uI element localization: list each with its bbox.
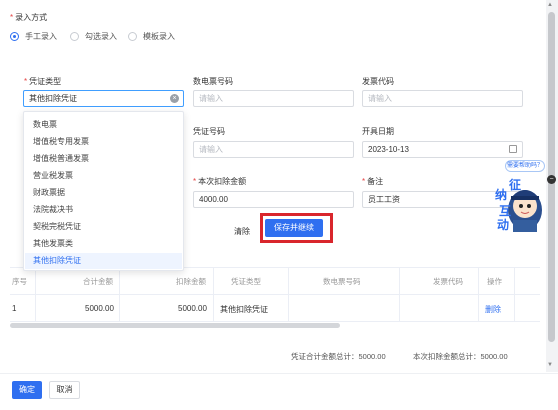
horizontal-scrollbar[interactable] xyxy=(10,323,340,328)
digital-invoice-no-input[interactable]: 请输入 xyxy=(193,90,354,107)
confirm-button[interactable]: 确定 xyxy=(12,381,42,399)
dropdown-item[interactable]: 增值税专用发票 xyxy=(25,134,182,150)
deduct-amount-value: 4000.00 xyxy=(199,195,228,204)
clear-button[interactable]: 清除 xyxy=(228,223,256,241)
radio-manual-entry[interactable]: 手工录入 xyxy=(10,31,57,42)
mascot-text: 征 xyxy=(509,178,522,192)
issue-date-value: 2023-10-13 xyxy=(368,145,409,154)
voucher-type-value: 其他扣除凭证 xyxy=(29,94,77,103)
delete-link[interactable]: 删除 xyxy=(485,304,501,315)
dropdown-item[interactable]: 其他发票类 xyxy=(25,236,182,252)
assistant-mascot[interactable]: 征 纳 互 动 xyxy=(495,172,545,234)
radio-dot xyxy=(70,32,79,41)
voucher-no-input[interactable]: 请输入 xyxy=(193,141,354,158)
dropdown-item[interactable]: 财政票据 xyxy=(25,185,182,201)
placeholder: 请输入 xyxy=(199,94,223,103)
voucher-no-label: 凭证号码 xyxy=(193,127,225,136)
table-cell-total: 5000.00 xyxy=(85,304,114,313)
dropdown-item[interactable]: 营业税发票 xyxy=(25,168,182,184)
table-cell-type: 其他扣除凭证 xyxy=(220,305,268,314)
table-header-deduct: 扣除金额 xyxy=(176,277,206,286)
deduct-amount-label: * 本次扣除金额 xyxy=(193,177,247,186)
radio-check-entry[interactable]: 勾选录入 xyxy=(70,31,117,42)
table-header-index: 序号 xyxy=(12,277,27,286)
dropdown-item-selected[interactable]: 其他扣除凭证 xyxy=(25,253,182,269)
scroll-down-icon[interactable]: ▼ xyxy=(547,362,553,368)
calendar-icon[interactable] xyxy=(509,145,517,153)
deduct-amount-input[interactable]: 4000.00 xyxy=(193,191,354,208)
dropdown-item[interactable]: 法院裁决书 xyxy=(25,202,182,218)
radio-dot xyxy=(128,32,137,41)
placeholder: 请输入 xyxy=(368,94,392,103)
save-continue-button[interactable]: 保存并继续 xyxy=(265,219,323,237)
scroll-up-icon[interactable]: ▲ xyxy=(547,2,553,8)
table-header-digital-no: 数电票号码 xyxy=(323,277,361,286)
voucher-type-dropdown: 数电票 增值税专用发票 增值税普通发票 营业税发票 财政票据 法院裁决书 契税完… xyxy=(23,111,184,271)
radio-label: 手工录入 xyxy=(25,32,57,41)
issue-date-picker[interactable]: 2023-10-13 xyxy=(362,141,523,158)
radio-label: 模板录入 xyxy=(143,32,175,41)
radio-dot xyxy=(10,32,19,41)
radio-label: 勾选录入 xyxy=(85,32,117,41)
mascot-text: 动 xyxy=(497,218,510,232)
mascot-text: 纳 xyxy=(495,188,508,202)
invoice-code-input[interactable]: 请输入 xyxy=(362,90,523,107)
table-header-type: 凭证类型 xyxy=(231,277,261,286)
voucher-type-select[interactable]: 其他扣除凭证 × xyxy=(23,90,184,107)
placeholder: 请输入 xyxy=(199,145,223,154)
remark-label: * 备注 xyxy=(362,177,384,186)
voucher-type-label: * 凭证类型 xyxy=(24,77,62,86)
radio-template-entry[interactable]: 模板录入 xyxy=(128,31,175,42)
table-cell-index: 1 xyxy=(12,304,17,313)
dropdown-item[interactable]: 增值税普通发票 xyxy=(25,151,182,167)
help-bubble[interactable]: 需要帮助吗？ xyxy=(505,160,545,172)
entry-mode-label: * 录入方式 xyxy=(10,13,48,22)
table-header-total: 合计金额 xyxy=(83,277,113,286)
invoice-code-label: 发票代码 xyxy=(362,77,394,86)
issue-date-label: 开具日期 xyxy=(362,127,394,136)
table-header-code: 发票代码 xyxy=(433,277,463,286)
table-cell-deduct: 5000.00 xyxy=(178,304,207,313)
clear-icon[interactable]: × xyxy=(170,94,179,103)
remark-value: 员工工资 xyxy=(368,195,400,204)
digital-invoice-no-label: 数电票号码 xyxy=(193,77,233,86)
dropdown-item[interactable]: 契税完税凭证 xyxy=(25,219,182,235)
table-header-action: 操作 xyxy=(487,277,502,286)
dropdown-item[interactable]: 数电票 xyxy=(25,117,182,133)
deduct-total-summary: 本次扣除金额总计：5000.00 xyxy=(413,352,508,361)
minimize-icon[interactable]: − xyxy=(547,175,556,184)
cancel-button[interactable]: 取消 xyxy=(49,381,80,399)
voucher-total-summary: 凭证合计金额总计：5000.00 xyxy=(291,352,386,361)
